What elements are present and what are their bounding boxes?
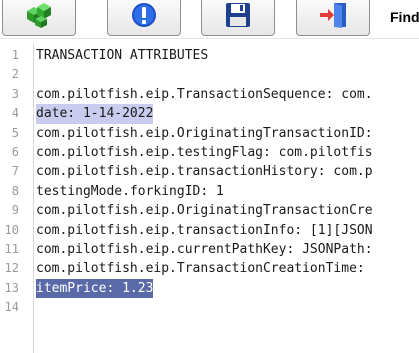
green-cubes-icon (23, 1, 55, 29)
editor-line: 2 (0, 65, 419, 84)
line-number: 3 (11, 86, 19, 101)
save-disk-icon (225, 2, 251, 28)
line-text[interactable]: com.pilotfish.eip.TransactionCreationTim… (36, 259, 373, 278)
editor-line: 12 com.pilotfish.eip.TransactionCreationT… (0, 259, 419, 278)
save-button[interactable] (201, 0, 275, 36)
info-icon (130, 1, 158, 29)
line-number: 14 (4, 300, 19, 315)
editor-line: 7 com.pilotfish.eip.transactionHistory: c… (0, 162, 419, 181)
line-number: 9 (11, 203, 19, 218)
editor-line: 13 itemPrice: 1.23 (0, 278, 419, 299)
line-number: 2 (11, 67, 19, 82)
editor-line: 10 com.pilotfish.eip.transactionInfo: [1]… (0, 221, 419, 240)
green-cubes-button[interactable] (2, 0, 76, 36)
line-number: 1 (11, 48, 19, 62)
line-text[interactable]: com.pilotfish.eip.OriginatingTransaction… (36, 201, 373, 220)
line-text[interactable]: com.pilotfish.eip.OriginatingTransaction… (36, 124, 373, 143)
editor-line: 8 testingMode.forkingID: 1 (0, 182, 419, 201)
line-text[interactable]: testingMode.forkingID: 1 (36, 182, 224, 201)
editor-line: 9 com.pilotfish.eip.OriginatingTransactio… (0, 201, 419, 220)
line-text[interactable]: com.pilotfish.eip.transactionHistory: co… (36, 162, 373, 181)
line-text[interactable]: TRANSACTION ATTRIBUTES (36, 46, 208, 65)
editor-line: 3 com.pilotfish.eip.TransactionSequence: … (0, 85, 419, 104)
line-text[interactable]: com.pilotfish.eip.testingFlag: com.pilot… (36, 143, 373, 162)
editor-line: 6 com.pilotfish.eip.testingFlag: com.pilo… (0, 143, 419, 162)
line-text[interactable]: com.pilotfish.eip.transactionInfo: [1][J… (36, 221, 373, 240)
editor-line: 11 com.pilotfish.eip.currentPathKey: JSON… (0, 240, 419, 259)
line-number: 11 (4, 242, 19, 256)
line-text[interactable]: com.pilotfish.eip.currentPathKey: JSONPa… (36, 240, 373, 259)
line-text[interactable]: com.pilotfish.eip.TransactionSequence: c… (36, 85, 373, 104)
line-text[interactable]: itemPrice: 1.23 (36, 278, 154, 299)
editor-line: 14 (0, 298, 419, 317)
exit-door-icon (318, 1, 348, 29)
find-label[interactable]: Find (390, 9, 419, 25)
editor-line: 4 date: 1-14-2022 (0, 104, 419, 124)
line-number: 10 (4, 222, 19, 237)
exit-button[interactable] (296, 0, 370, 36)
line-number: 5 (11, 125, 19, 140)
line-number: 12 (4, 261, 19, 276)
editor-line: 1 TRANSACTION ATTRIBUTES (0, 46, 419, 65)
toolbar: Find (0, 0, 419, 39)
text-editor[interactable]: 1 TRANSACTION ATTRIBUTES 2 3 com.pilotfish.e… (0, 44, 419, 353)
line-number: 7 (11, 164, 19, 179)
line-number: 4 (11, 106, 19, 121)
line-number: 8 (11, 183, 19, 198)
line-number: 6 (11, 145, 19, 159)
line-text[interactable]: date: 1-14-2022 (36, 104, 154, 124)
line-number: 13 (4, 280, 19, 295)
editor-line: 5 com.pilotfish.eip.OriginatingTransactio… (0, 124, 419, 143)
info-button[interactable] (107, 0, 181, 36)
